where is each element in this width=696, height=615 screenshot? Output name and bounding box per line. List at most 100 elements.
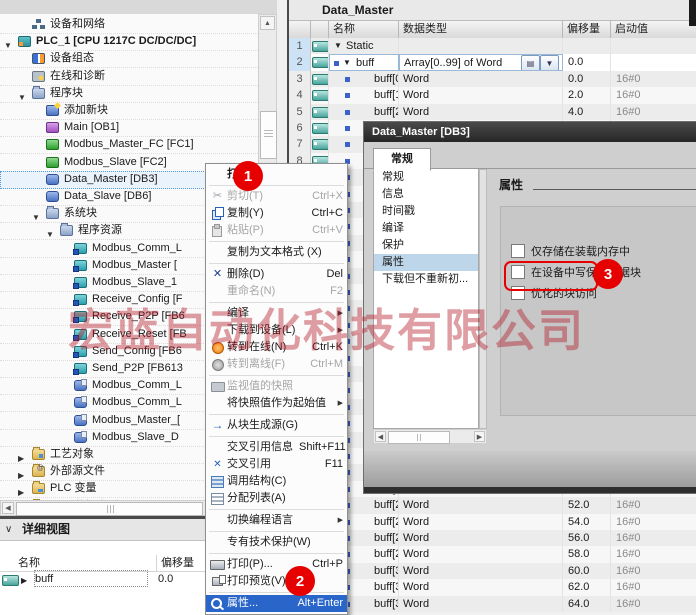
detail-row-name[interactable]: buff <box>35 571 147 586</box>
menu-item[interactable]: 从块生成源(G) <box>206 417 347 434</box>
cell-datatype[interactable]: Array[0..99] of Word▤▼ <box>399 54 563 70</box>
tree-vscroll-thumb[interactable] <box>260 111 277 159</box>
tree-item[interactable]: 设备组态 <box>0 50 258 68</box>
table-row[interactable]: 33buff[30]Word60.016#0 <box>289 563 696 579</box>
col-header-offset[interactable]: 偏移量 <box>563 21 611 39</box>
table-row[interactable]: 3buff[0]Word0.016#0 <box>289 71 696 87</box>
cell-name[interactable]: buff[0] <box>329 71 399 87</box>
tree-item[interactable]: ▼程序块 <box>0 85 258 103</box>
cell-datatype[interactable]: Word <box>399 514 563 530</box>
cell-datatype[interactable]: Word <box>399 530 563 546</box>
cell-startvalue[interactable]: 16#0 <box>611 497 696 513</box>
dialog-nav-item[interactable]: 保护 <box>374 237 478 254</box>
table-row[interactable]: 34buff[31]Word62.016#0 <box>289 579 696 595</box>
cell-datatype[interactable]: Word <box>399 596 563 612</box>
table-row[interactable]: 5buff[2]Word4.016#0 <box>289 104 696 120</box>
cell-datatype[interactable]: Word <box>399 104 563 120</box>
cell-startvalue[interactable]: 16#0 <box>611 530 696 546</box>
cell-startvalue[interactable] <box>611 54 696 70</box>
cell-datatype[interactable] <box>399 38 563 54</box>
type-dropdown-button[interactable]: ▼ <box>540 55 559 70</box>
chevron-down-icon[interactable]: ▼ <box>334 38 342 54</box>
menu-item-label: 交叉引用 <box>227 456 319 473</box>
cell-name[interactable]: ▼buff <box>329 54 399 70</box>
dialog-nav-item[interactable]: 属性 <box>374 254 478 271</box>
tree-item[interactable]: ▼PLC_1 [CPU 1217C DC/DC/DC] <box>0 33 258 51</box>
menu-item[interactable]: 交叉引用F11 <box>206 456 347 473</box>
menu-item[interactable]: 属性...Alt+Enter <box>206 595 347 612</box>
table-row[interactable]: 1▼Static <box>289 38 696 54</box>
tree-hscroll-thumb[interactable] <box>16 502 203 516</box>
cell-datatype[interactable]: Word <box>399 579 563 595</box>
menu-item-label: 重命名(N) <box>227 283 324 300</box>
menu-item[interactable]: 打印预览(V)... <box>206 573 347 590</box>
menu-item[interactable]: 删除(D)Del <box>206 266 347 283</box>
menu-item[interactable]: 下载到设备(L)▶ <box>206 322 347 339</box>
menu-item[interactable]: 转到在线(N)Ctrl+K <box>206 339 347 356</box>
dialog-nav-item[interactable]: 编译 <box>374 220 478 237</box>
cell-datatype[interactable]: Word <box>399 497 563 513</box>
menu-item[interactable]: 复制为文本格式 (X) <box>206 244 347 261</box>
table-row[interactable]: 4buff[1]Word2.016#0 <box>289 87 696 103</box>
menu-item[interactable]: 分配列表(A) <box>206 490 347 507</box>
collapse-chevron-icon[interactable]: ∨ <box>5 519 12 540</box>
dialog-nav-hscroll-thumb[interactable] <box>388 431 450 444</box>
db-block-icon <box>46 191 59 202</box>
menu-item[interactable]: 将快照值作为起始值▶ <box>206 395 347 412</box>
menu-item[interactable]: 打印(P)...Ctrl+P <box>206 556 347 573</box>
cell-name[interactable]: ▼Static <box>329 38 399 54</box>
scroll-left-icon[interactable]: ◀ <box>2 502 14 514</box>
dialog-nav-item[interactable]: 常规 <box>374 169 478 186</box>
checkbox-unchecked[interactable] <box>511 244 525 258</box>
cell-startvalue[interactable]: 16#0 <box>611 104 696 120</box>
tab-general[interactable]: 常规 <box>373 148 431 171</box>
cell-datatype[interactable]: Word <box>399 87 563 103</box>
menu-item[interactable]: 复制(Y)Ctrl+C <box>206 205 347 222</box>
tree-item[interactable]: 在线和诊断 <box>0 68 258 86</box>
cell-startvalue[interactable]: 16#0 <box>611 71 696 87</box>
table-row[interactable]: 30buff[27]Word54.016#0 <box>289 514 696 530</box>
cell-startvalue[interactable]: 16#0 <box>611 563 696 579</box>
cell-startvalue[interactable]: 16#0 <box>611 579 696 595</box>
dialog-nav-item[interactable]: 信息 <box>374 186 478 203</box>
chevron-down-icon[interactable]: ▼ <box>343 55 351 70</box>
table-row[interactable]: 31buff[28]Word56.016#0 <box>289 530 696 546</box>
cell-datatype[interactable]: Word <box>399 563 563 579</box>
table-row[interactable]: 35buff[32]Word64.016#0 <box>289 596 696 612</box>
col-header-startvalue[interactable]: 启动值 <box>611 21 696 39</box>
cell-name[interactable]: buff[2] <box>329 104 399 120</box>
dialog-nav-hscrollbar[interactable]: ◀ ▶ <box>373 429 487 444</box>
scroll-up-icon[interactable]: ▲ <box>260 16 275 30</box>
tree-item[interactable]: 添加新块 <box>0 102 258 120</box>
scroll-left-icon[interactable]: ◀ <box>375 431 386 442</box>
expand-arrow-icon[interactable]: ▶ <box>21 572 27 589</box>
col-header-name[interactable]: 名称 <box>329 21 399 39</box>
table-row[interactable]: 2▼buffArray[0..99] of Word▤▼0.0 <box>289 54 696 70</box>
cell-name[interactable]: buff[1] <box>329 87 399 103</box>
menu-item[interactable]: 编译▶ <box>206 305 347 322</box>
dialog-nav-vscrollbar[interactable] <box>479 169 487 429</box>
dialog-nav-item[interactable]: 时间戳 <box>374 203 478 220</box>
cell-startvalue[interactable]: 16#0 <box>611 514 696 530</box>
menu-item[interactable]: 专有技术保护(W) <box>206 534 347 551</box>
cell-datatype[interactable]: Word <box>399 71 563 87</box>
menu-item[interactable]: 切换编程语言▶ <box>206 512 347 529</box>
checkbox-row[interactable]: 仅存储在装载内存中 <box>511 243 630 259</box>
tree-item[interactable]: 设备和网络 <box>0 16 258 34</box>
menu-item[interactable]: 调用结构(C) <box>206 473 347 490</box>
menu-item[interactable]: 打开 <box>206 166 347 183</box>
open-type-picker-button[interactable]: ▤ <box>521 55 540 70</box>
tree-item[interactable]: Modbus_Master_FC [FC1] <box>0 136 258 154</box>
dialog-nav-item[interactable]: 下载但不重新初... <box>374 271 478 288</box>
menu-item[interactable]: 交叉引用信息Shift+F11 <box>206 439 347 456</box>
cell-startvalue[interactable]: 16#0 <box>611 87 696 103</box>
col-header-datatype[interactable]: 数据类型 <box>399 21 563 39</box>
table-row[interactable]: 32buff[29]Word58.016#0 <box>289 546 696 562</box>
cell-datatype[interactable]: Word <box>399 546 563 562</box>
table-row[interactable]: 29buff[26]Word52.016#0 <box>289 497 696 513</box>
cell-startvalue[interactable]: 16#0 <box>611 596 696 612</box>
tree-item[interactable]: Main [OB1] <box>0 119 258 137</box>
cell-startvalue[interactable] <box>611 38 696 54</box>
scroll-right-icon[interactable]: ▶ <box>474 431 485 442</box>
cell-startvalue[interactable]: 16#0 <box>611 546 696 562</box>
